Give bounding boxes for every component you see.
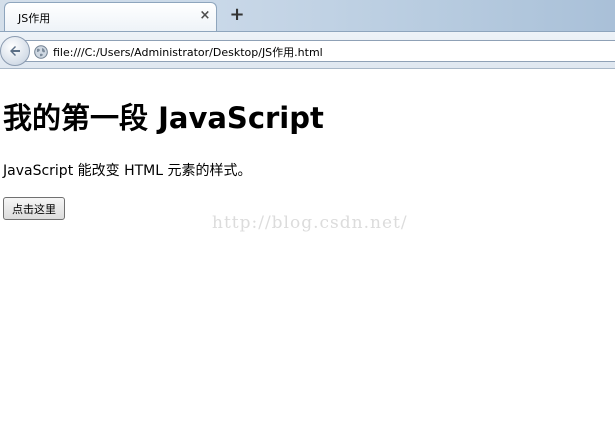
page-content: 我的第一段 JavaScript JavaScript 能改变 HTML 元素的…	[0, 69, 615, 429]
address-bar[interactable]: file:///C:/Users/Administrator/Desktop/J…	[24, 40, 615, 62]
tab-strip: JS作用 × +	[0, 0, 615, 33]
browser-tab[interactable]: JS作用 ×	[4, 2, 217, 31]
close-icon[interactable]: ×	[198, 9, 212, 23]
back-arrow-icon	[10, 46, 20, 56]
navigation-bar: file:///C:/Users/Administrator/Desktop/J…	[0, 31, 615, 69]
plus-icon[interactable]: +	[228, 6, 246, 24]
browser-window: JS作用 × + file:///C:/Users/Administrator/…	[0, 0, 615, 429]
page-heading: 我的第一段 JavaScript	[3, 101, 324, 135]
globe-icon	[34, 44, 48, 59]
page-paragraph: JavaScript 能改变 HTML 元素的样式。	[3, 163, 252, 179]
click-here-button[interactable]: 点击这里	[3, 197, 65, 220]
url-text: file:///C:/Users/Administrator/Desktop/J…	[53, 46, 323, 59]
tab-title: JS作用	[18, 12, 51, 25]
watermark-text: http://blog.csdn.net/	[212, 213, 408, 233]
back-button[interactable]	[0, 36, 30, 66]
